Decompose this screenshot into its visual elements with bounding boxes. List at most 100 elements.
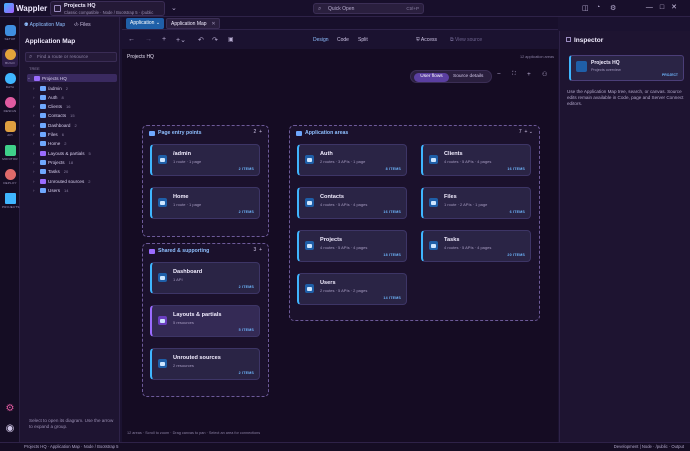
inspector-project-card[interactable]: Projects HQ Projects overview PROJECT — [569, 55, 684, 81]
tab-application-map[interactable]: ⚉ Application Map — [24, 22, 65, 28]
tab-files[interactable]: ‹/› Files — [74, 22, 91, 28]
rail-monitor[interactable]: MONITOR — [2, 145, 18, 163]
add-icon[interactable]: + — [162, 36, 166, 43]
tree-item-layouts[interactable]: › Layouts & partials 5 — [33, 149, 91, 157]
project-selector[interactable]: Projects HQ Classic compatible · Node / … — [50, 1, 165, 16]
undo-icon[interactable]: ↶ — [198, 36, 204, 44]
group-actions[interactable]: 3 + — [254, 247, 262, 253]
area-card-contacts[interactable]: Contacts 4 routes · 5 APIs · 4 pages 16 IT… — [297, 187, 407, 219]
chevron-down-icon[interactable]: ⌄ — [171, 4, 177, 12]
folder-icon — [40, 103, 46, 109]
sidebar-title: Application Map — [25, 38, 76, 45]
tree-item-contacts[interactable]: › Contacts 15 — [33, 111, 75, 119]
rail-build[interactable]: BUILD — [2, 49, 18, 67]
access-button[interactable]: ⛨ Access — [416, 37, 437, 43]
tree-item-projects[interactable]: › Projects 18 — [33, 158, 73, 166]
tree-item-dashboard[interactable]: › Dashboard 2 — [33, 121, 77, 129]
rail-data[interactable]: DATA — [2, 73, 18, 91]
monitor-icon — [4, 145, 16, 156]
back-icon[interactable]: ← — [128, 36, 135, 43]
lock-icon: ⛨ — [416, 37, 420, 43]
chevron-down-icon: ⌄ — [155, 20, 161, 26]
area-card-tasks[interactable]: Tasks 4 routes · 5 APIs · 4 pages 20 ITEMS — [421, 230, 531, 262]
group-actions[interactable]: 7 + ⌄ — [519, 129, 533, 135]
tree-item-auth[interactable]: › Auth 8 — [33, 93, 64, 101]
area-card-unrouted[interactable]: Unrouted sources 2 resources 2 ITEMS — [150, 348, 260, 380]
folder-icon — [40, 150, 46, 156]
mode-split[interactable]: Split — [358, 37, 368, 43]
view-source-button[interactable]: ⧉ View source — [450, 37, 482, 43]
area-card-dashboard[interactable]: Dashboard 1 API 2 ITEMS — [150, 262, 260, 294]
window-controls[interactable]: —□✕ — [646, 3, 684, 11]
tree-item-users[interactable]: › Users 14 — [33, 186, 68, 194]
source-icon: ⧉ — [450, 37, 454, 43]
folder-icon — [305, 155, 314, 164]
area-card-home[interactable]: Home 1 route · 1 page 2 ITEMS — [150, 187, 260, 219]
tree-item-admin[interactable]: ›/admin 2 — [33, 84, 68, 92]
add-icon[interactable]: + — [259, 247, 262, 253]
tab-application-map-editor[interactable]: Application Map ✕ — [166, 18, 220, 29]
area-card-files[interactable]: Files 1 route · 2 APIs · 1 page 6 ITEMS — [421, 187, 531, 219]
close-icon[interactable]: ✕ — [211, 21, 215, 27]
chevron-right-icon: › — [33, 131, 35, 137]
chevron-down-icon[interactable]: ⌄ — [529, 129, 533, 135]
group-page-entry-points[interactable]: Page entry points 2 + — [142, 125, 269, 237]
redo-icon[interactable]: ↷ — [212, 36, 218, 44]
settings-icon[interactable]: ⚙ — [610, 4, 616, 12]
tree-search-input[interactable]: ⌕ Find a route or resource — [25, 52, 117, 62]
folder-icon — [40, 112, 46, 118]
notifications-icon[interactable]: ◫ — [582, 4, 589, 12]
panel-icon — [566, 37, 571, 42]
chevron-right-icon: › — [33, 94, 35, 100]
chevron-right-icon: › — [33, 122, 35, 128]
rail-setup[interactable]: SETUP — [2, 25, 18, 43]
rail-design[interactable]: DESIGN — [2, 97, 18, 115]
tab-application[interactable]: Application ⌄ — [126, 18, 165, 29]
segment-user-flows[interactable]: User flows — [414, 72, 449, 82]
rail-api[interactable]: API — [2, 121, 18, 139]
fit-icon[interactable]: ⛶ — [512, 71, 516, 78]
rail-projects[interactable]: PROJECTS — [2, 193, 19, 211]
group-actions[interactable]: 2 + — [254, 129, 262, 135]
zoom-in-icon[interactable]: + — [527, 71, 531, 78]
add-menu-icon[interactable]: +⌄ — [176, 36, 186, 44]
build-icon — [4, 49, 16, 60]
chevron-right-icon: › — [33, 159, 35, 165]
folder-icon — [158, 273, 167, 282]
tree-item-home[interactable]: › Home 2 — [33, 139, 67, 147]
area-card-projects[interactable]: Projects 4 routes · 5 APIs · 4 pages 18 IT… — [297, 230, 407, 262]
group-title: Page entry points — [149, 130, 202, 136]
tree-item-files[interactable]: › Files 6 — [33, 130, 64, 138]
rail-account[interactable]: ◉ — [2, 423, 18, 441]
area-card-users[interactable]: Users 2 routes · 5 APIs · 2 pages 14 ITEMS — [297, 273, 407, 305]
folder-icon — [40, 168, 46, 174]
search-icon: ⌕ — [29, 54, 33, 60]
gear-icon: ⚙ — [5, 403, 15, 414]
layout-icon[interactable]: ⚇ — [542, 71, 547, 78]
app-logo: Wappler — [4, 3, 47, 13]
tree-item-unrouted[interactable]: › Unrouted sources 2 — [33, 177, 91, 185]
tree-item-projects-hq[interactable]: ⌄ Projects HQ — [27, 74, 117, 82]
add-icon[interactable]: + — [259, 129, 262, 135]
area-card-layouts[interactable]: Layouts & partials 5 resources 5 ITEMS — [150, 305, 260, 337]
folder-icon — [158, 155, 167, 164]
rail-deploy[interactable]: DEPLOY — [2, 169, 18, 187]
quick-open-input[interactable]: ⌕ Quick Open Ctrl+P — [313, 3, 424, 14]
folder-icon — [429, 155, 438, 164]
tree-item-tasks[interactable]: › Tasks 20 — [33, 167, 68, 175]
zoom-out-icon[interactable]: − — [497, 71, 501, 78]
mode-design[interactable]: Design — [313, 37, 329, 43]
rail-settings[interactable]: ⚙ — [2, 403, 18, 421]
save-icon[interactable]: ▣ — [228, 36, 234, 43]
area-card-admin[interactable]: /admin 1 route · 1 page 2 ITEMS — [150, 144, 260, 176]
area-card-auth[interactable]: Auth 2 routes · 3 APIs · 1 page 8 ITEMS — [297, 144, 407, 176]
folder-icon — [429, 241, 438, 250]
mode-code[interactable]: Code — [337, 37, 349, 43]
add-icon[interactable]: + — [524, 129, 527, 135]
tree-label: TREE — [29, 66, 40, 71]
bell-icon[interactable]: ◔ — [596, 4, 600, 11]
tree-item-clients[interactable]: › Clients 16 — [33, 102, 71, 110]
segment-source-details[interactable]: Source details — [453, 74, 483, 79]
area-card-clients[interactable]: Clients 4 routes · 5 APIs · 4 pages 16 ITE… — [421, 144, 531, 176]
forward-icon[interactable]: → — [145, 36, 152, 43]
